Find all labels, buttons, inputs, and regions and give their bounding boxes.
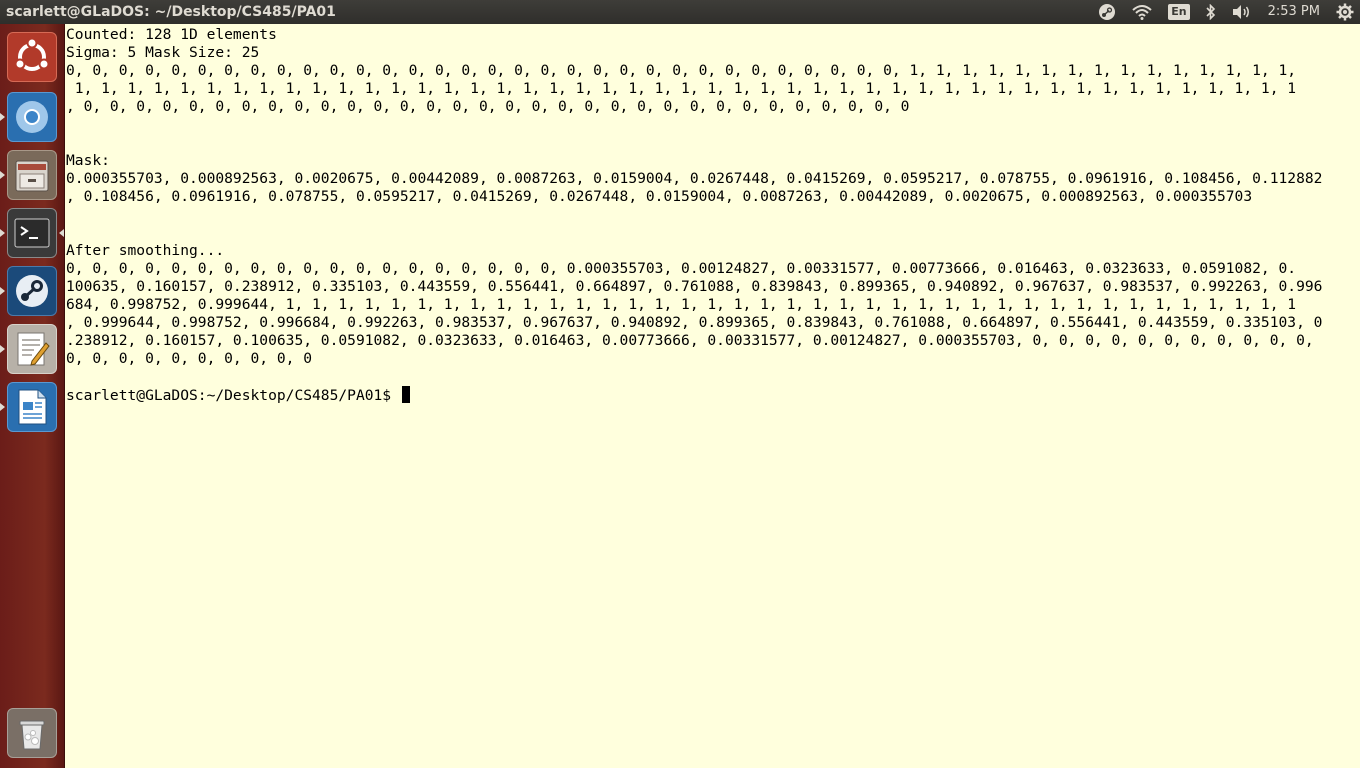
terminal-line: 0, 0, 0, 0, 0, 0, 0, 0, 0, 0, 0, 0, 0, 0… — [66, 62, 1297, 79]
running-indicator — [0, 229, 5, 237]
bluetooth-icon[interactable] — [1206, 0, 1216, 24]
running-indicator — [0, 345, 5, 353]
terminal-line: 100635, 0.160157, 0.238912, 0.335103, 0.… — [66, 278, 1323, 295]
top-panel: scarlett@GLaDOS: ~/Desktop/CS485/PA01 En — [0, 0, 1360, 24]
chromium-icon — [16, 101, 48, 133]
running-indicator — [0, 171, 5, 179]
launcher-item-steam[interactable] — [7, 266, 57, 316]
active-window-indicator — [59, 229, 64, 237]
launcher-item-libreoffice-writer[interactable] — [7, 382, 57, 432]
volume-icon[interactable] — [1232, 0, 1252, 24]
settings-gear-icon[interactable] — [1336, 0, 1354, 24]
terminal-line: 0.000355703, 0.000892563, 0.0020675, 0.0… — [66, 170, 1323, 187]
launcher-item-chromium[interactable] — [7, 92, 57, 142]
text-cursor[interactable] — [401, 386, 410, 403]
launcher-item-trash[interactable] — [7, 708, 57, 758]
trash-icon — [19, 720, 45, 750]
launcher — [0, 24, 65, 768]
clock[interactable]: 2:53 PM — [1268, 0, 1320, 24]
terminal-line: 684, 0.998752, 0.999644, 1, 1, 1, 1, 1, … — [66, 296, 1297, 313]
terminal-line: , 0.108456, 0.0961916, 0.078755, 0.05952… — [66, 188, 1253, 205]
ubuntu-logo-icon — [14, 37, 50, 71]
terminal-line: , 0, 0, 0, 0, 0, 0, 0, 0, 0, 0, 0, 0, 0,… — [66, 98, 910, 115]
keyboard-layout-icon[interactable]: En — [1168, 0, 1190, 24]
writer-document-icon — [18, 389, 47, 425]
terminal-line: 0, 0, 0, 0, 0, 0, 0, 0, 0, 0 — [66, 350, 313, 367]
text-editor-icon — [17, 332, 50, 366]
running-indicator — [0, 113, 5, 121]
launcher-item-text-editor[interactable] — [7, 324, 57, 374]
terminal-line: .238912, 0.160157, 0.100635, 0.0591082, … — [66, 332, 1314, 349]
terminal-line: Sigma: 5 Mask Size: 25 — [66, 44, 260, 61]
steam-icon — [16, 275, 48, 307]
indicator-area: En 2:53 PM — [1082, 0, 1360, 24]
terminal-line: Counted: 128 1D elements — [66, 26, 277, 43]
terminal-icon — [14, 218, 50, 248]
window-title: scarlett@GLaDOS: ~/Desktop/CS485/PA01 — [6, 4, 336, 20]
terminal-window[interactable]: Counted: 128 1D elements Sigma: 5 Mask S… — [65, 24, 1360, 768]
running-indicator — [0, 287, 5, 295]
terminal-output: Counted: 128 1D elements Sigma: 5 Mask S… — [65, 24, 1360, 405]
terminal-line: , 0.999644, 0.998752, 0.996684, 0.992263… — [66, 314, 1323, 331]
file-cabinet-icon — [15, 160, 49, 192]
shell-prompt: scarlett@GLaDOS:~/Desktop/CS485/PA01$ — [66, 387, 400, 404]
keyboard-layout-label: En — [1168, 4, 1190, 20]
launcher-item-dash-home[interactable] — [7, 32, 57, 82]
steam-icon[interactable] — [1098, 0, 1116, 24]
launcher-item-files[interactable] — [7, 150, 57, 200]
terminal-line: Mask: — [66, 152, 110, 169]
terminal-line: After smoothing... — [66, 242, 225, 259]
terminal-line: 0, 0, 0, 0, 0, 0, 0, 0, 0, 0, 0, 0, 0, 0… — [66, 260, 1297, 277]
terminal-line: 1, 1, 1, 1, 1, 1, 1, 1, 1, 1, 1, 1, 1, 1… — [66, 80, 1297, 97]
running-indicator — [0, 403, 5, 411]
wifi-icon[interactable] — [1132, 0, 1152, 24]
launcher-item-terminal[interactable] — [7, 208, 57, 258]
